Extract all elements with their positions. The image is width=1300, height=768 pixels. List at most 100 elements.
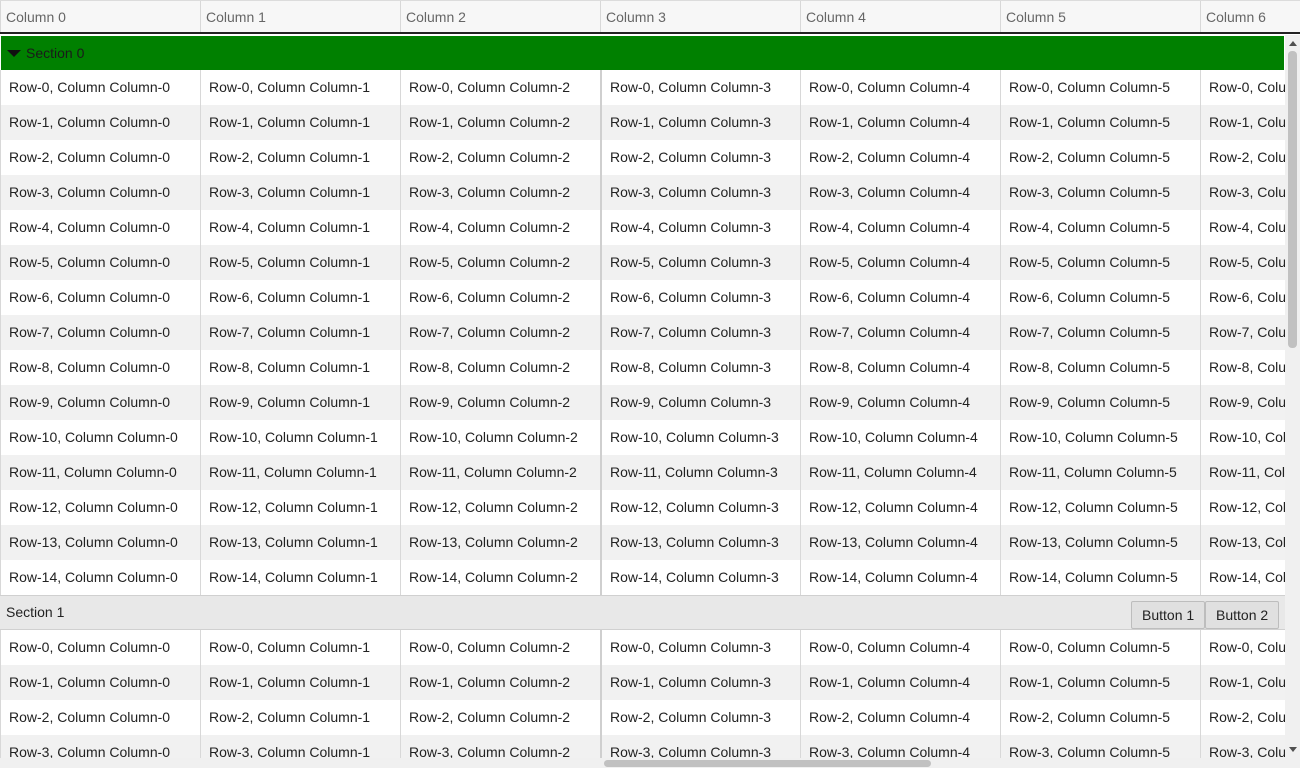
table-cell[interactable]: Row-5, Column Column-1 — [200, 245, 400, 280]
table-cell[interactable]: Row-0, Column Column-3 — [600, 630, 800, 665]
table-cell[interactable]: Row-0, Column Column-5 — [1000, 70, 1200, 105]
table-cell[interactable]: Row-4, Column Column-2 — [400, 210, 600, 245]
table-cell[interactable]: Row-0, Column Column-6 — [1200, 70, 1285, 105]
table-row[interactable]: Row-7, Column Column-0 Row-7, Column Colu… — [0, 315, 1285, 350]
table-cell[interactable]: Row-6, Column Column-2 — [400, 280, 600, 315]
table-cell[interactable]: Row-10, Column Column-0 — [0, 420, 200, 455]
table-cell[interactable]: Row-14, Column Column-1 — [200, 560, 400, 595]
table-cell[interactable]: Row-7, Column Column-5 — [1000, 315, 1200, 350]
table-cell[interactable]: Row-14, Column Column-0 — [0, 560, 200, 595]
table-cell[interactable]: Row-9, Column Column-3 — [600, 385, 800, 420]
table-cell[interactable]: Row-12, Column Column-3 — [600, 490, 800, 525]
horizontal-scrollbar[interactable] — [0, 758, 1285, 768]
table-cell[interactable]: Row-10, Column Column-1 — [200, 420, 400, 455]
table-cell[interactable]: Row-10, Column Column-4 — [800, 420, 1000, 455]
table-cell[interactable]: Row-9, Column Column-0 — [0, 385, 200, 420]
table-row[interactable]: Row-4, Column Column-0 Row-4, Column Colu… — [0, 210, 1285, 245]
table-cell[interactable]: Row-1, Column Column-2 — [400, 665, 600, 700]
table-row[interactable]: Row-11, Column Column-0 Row-11, Column Co… — [0, 455, 1285, 490]
table-cell[interactable]: Row-14, Column Column-4 — [800, 560, 1000, 595]
table-cell[interactable]: Row-1, Column Column-1 — [200, 665, 400, 700]
table-cell[interactable]: Row-2, Column Column-5 — [1000, 140, 1200, 175]
table-cell[interactable]: Row-9, Column Column-6 — [1200, 385, 1285, 420]
table-cell[interactable]: Row-10, Column Column-2 — [400, 420, 600, 455]
table-cell[interactable]: Row-2, Column Column-4 — [800, 700, 1000, 735]
table-cell[interactable]: Row-13, Column Column-3 — [600, 525, 800, 560]
table-cell[interactable]: Row-1, Column Column-5 — [1000, 105, 1200, 140]
table-cell[interactable]: Row-14, Column Column-2 — [400, 560, 600, 595]
table-cell[interactable]: Row-12, Column Column-0 — [0, 490, 200, 525]
table-cell[interactable]: Row-5, Column Column-4 — [800, 245, 1000, 280]
table-cell[interactable]: Row-12, Column Column-4 — [800, 490, 1000, 525]
table-cell[interactable]: Row-9, Column Column-5 — [1000, 385, 1200, 420]
table-cell[interactable]: Row-8, Column Column-2 — [400, 350, 600, 385]
table-cell[interactable]: Row-12, Column Column-1 — [200, 490, 400, 525]
table-cell[interactable]: Row-6, Column Column-4 — [800, 280, 1000, 315]
table-cell[interactable]: Row-11, Column Column-6 — [1200, 455, 1285, 490]
table-cell[interactable]: Row-11, Column Column-1 — [200, 455, 400, 490]
table-row[interactable]: Row-0, Column Column-0 Row-0, Column Colu… — [0, 70, 1285, 105]
table-cell[interactable]: Row-9, Column Column-2 — [400, 385, 600, 420]
collapse-triangle-icon[interactable] — [7, 50, 21, 57]
table-cell[interactable]: Row-8, Column Column-4 — [800, 350, 1000, 385]
column-header-1[interactable]: Column 1 — [200, 1, 400, 32]
table-cell[interactable]: Row-5, Column Column-3 — [600, 245, 800, 280]
table-cell[interactable]: Row-6, Column Column-1 — [200, 280, 400, 315]
table-cell[interactable]: Row-1, Column Column-5 — [1000, 665, 1200, 700]
table-cell[interactable]: Row-7, Column Column-6 — [1200, 315, 1285, 350]
table-cell[interactable]: Row-5, Column Column-2 — [400, 245, 600, 280]
table-cell[interactable]: Row-2, Column Column-1 — [200, 140, 400, 175]
table-cell[interactable]: Row-7, Column Column-1 — [200, 315, 400, 350]
table-cell[interactable]: Row-8, Column Column-1 — [200, 350, 400, 385]
table-row[interactable]: Row-9, Column Column-0 Row-9, Column Colu… — [0, 385, 1285, 420]
table-cell[interactable]: Row-6, Column Column-3 — [600, 280, 800, 315]
table-cell[interactable]: Row-0, Column Column-4 — [800, 630, 1000, 665]
table-cell[interactable]: Row-2, Column Column-2 — [400, 700, 600, 735]
table-cell[interactable]: Row-2, Column Column-0 — [0, 700, 200, 735]
table-cell[interactable]: Row-3, Column Column-0 — [0, 735, 200, 758]
table-cell[interactable]: Row-8, Column Column-0 — [0, 350, 200, 385]
table-cell[interactable]: Row-7, Column Column-0 — [0, 315, 200, 350]
table-cell[interactable]: Row-4, Column Column-1 — [200, 210, 400, 245]
table-cell[interactable]: Row-11, Column Column-5 — [1000, 455, 1200, 490]
table-cell[interactable]: Row-1, Column Column-2 — [400, 105, 600, 140]
table-cell[interactable]: Row-6, Column Column-0 — [0, 280, 200, 315]
table-cell[interactable]: Row-3, Column Column-3 — [600, 735, 800, 758]
vertical-scrollbar[interactable] — [1285, 35, 1300, 758]
table-cell[interactable]: Row-2, Column Column-2 — [400, 140, 600, 175]
table-cell[interactable]: Row-2, Column Column-5 — [1000, 700, 1200, 735]
table-cell[interactable]: Row-5, Column Column-0 — [0, 245, 200, 280]
section-1-header[interactable]: Section 1 Button 1 Button 2 — [0, 595, 1285, 630]
table-cell[interactable]: Row-3, Column Column-0 — [0, 175, 200, 210]
table-cell[interactable]: Row-9, Column Column-1 — [200, 385, 400, 420]
table-cell[interactable]: Row-14, Column Column-6 — [1200, 560, 1285, 595]
column-header-4[interactable]: Column 4 — [800, 1, 1000, 32]
table-cell[interactable]: Row-2, Column Column-6 — [1200, 700, 1285, 735]
table-cell[interactable]: Row-14, Column Column-3 — [600, 560, 800, 595]
table-cell[interactable]: Row-8, Column Column-3 — [600, 350, 800, 385]
table-cell[interactable]: Row-1, Column Column-4 — [800, 665, 1000, 700]
table-cell[interactable]: Row-5, Column Column-6 — [1200, 245, 1285, 280]
table-row[interactable]: Row-1, Column Column-0 Row-1, Column Colu… — [0, 105, 1285, 140]
table-row[interactable]: Row-3, Column Column-0 Row-3, Column Colu… — [0, 735, 1285, 758]
table-cell[interactable]: Row-3, Column Column-5 — [1000, 735, 1200, 758]
column-header-2[interactable]: Column 2 — [400, 1, 600, 32]
table-cell[interactable]: Row-12, Column Column-2 — [400, 490, 600, 525]
table-cell[interactable]: Row-11, Column Column-0 — [0, 455, 200, 490]
table-cell[interactable]: Row-3, Column Column-5 — [1000, 175, 1200, 210]
table-cell[interactable]: Row-1, Column Column-3 — [600, 105, 800, 140]
table-cell[interactable]: Row-0, Column Column-1 — [200, 630, 400, 665]
table-cell[interactable]: Row-0, Column Column-2 — [400, 630, 600, 665]
table-cell[interactable]: Row-10, Column Column-5 — [1000, 420, 1200, 455]
table-cell[interactable]: Row-1, Column Column-4 — [800, 105, 1000, 140]
table-cell[interactable]: Row-7, Column Column-4 — [800, 315, 1000, 350]
table-row[interactable]: Row-0, Column Column-0 Row-0, Column Colu… — [0, 630, 1285, 665]
table-cell[interactable]: Row-1, Column Column-3 — [600, 665, 800, 700]
table-cell[interactable]: Row-1, Column Column-1 — [200, 105, 400, 140]
table-cell[interactable]: Row-11, Column Column-4 — [800, 455, 1000, 490]
table-cell[interactable]: Row-2, Column Column-0 — [0, 140, 200, 175]
table-cell[interactable]: Row-7, Column Column-2 — [400, 315, 600, 350]
section-0-header[interactable]: Section 0 — [1, 36, 1284, 70]
table-cell[interactable]: Row-2, Column Column-1 — [200, 700, 400, 735]
table-cell[interactable]: Row-0, Column Column-3 — [600, 70, 800, 105]
